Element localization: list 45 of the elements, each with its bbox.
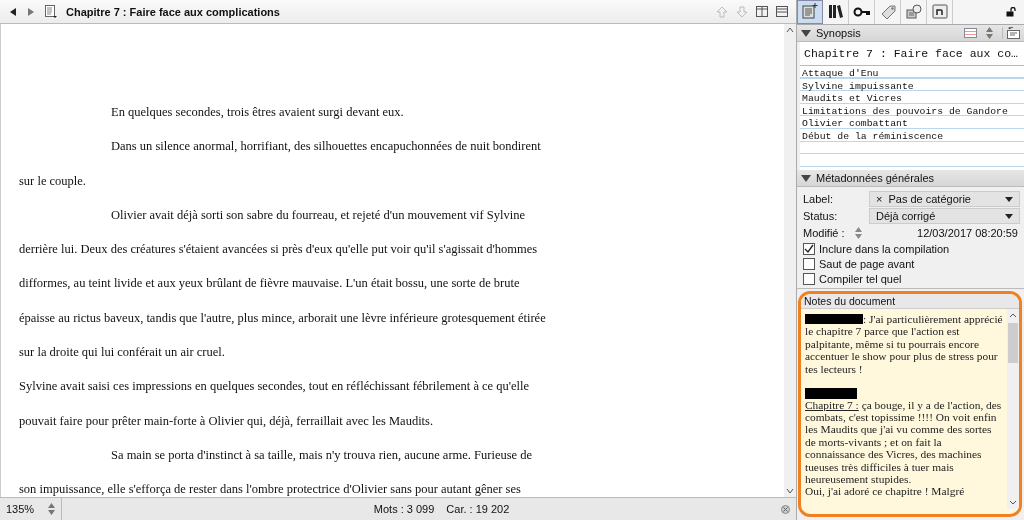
split-horizontal-icon[interactable] <box>776 6 788 17</box>
zoom-control[interactable]: 135% <box>0 498 63 520</box>
synopsis-text-field[interactable]: Attaque d'Enu Sylvine impuissante Maudits et Vicres Limitations des pouvoirs de Gandore Olivier combattant Début de la réminiscence <box>800 66 1024 170</box>
redaction-bar <box>805 387 857 399</box>
dropdown-caret-icon <box>1005 213 1013 219</box>
card-lines-icon[interactable] <box>964 28 977 38</box>
scrollbar[interactable] <box>1007 309 1019 509</box>
note-paragraph: Oui, j'ai adoré ce chapitre ! Malgré <box>805 485 966 498</box>
status-dropdown[interactable]: Déjà corrigé <box>869 208 1020 224</box>
notes-icon <box>800 2 820 22</box>
section-header[interactable]: Métadonnées générales <box>797 170 1024 187</box>
checkbox-option[interactable]: Saut de page avant <box>803 257 1020 271</box>
notes-header: Notes du document <box>801 294 1019 309</box>
field-label: Status: <box>803 210 839 222</box>
section-header[interactable]: Synopsis <box>797 25 1024 42</box>
back-arrow-icon[interactable] <box>8 6 18 17</box>
checkbox-option[interactable]: Compiler tel quel <box>803 272 1020 286</box>
paragraph: Sylvine avait saisi ces impressions en quelques secondes, tout en réfléchissant fébrilement à ce qu'elle pouvait faire pour prêter main-forte à Olivier qui, déjà, ferraillait avec les Maudits. <box>19 378 531 430</box>
paragraph: En quelques secondes, trois êtres avaient surgi devant eux. <box>110 104 405 121</box>
forward-arrow-icon[interactable] <box>26 6 36 17</box>
target-icon[interactable] <box>781 504 790 514</box>
collapse-triangle-icon[interactable] <box>801 174 811 182</box>
note-paragraph: Chapitre 7 : ça bouge, il y a de l'action, des combats, c'est topissime !!!! On voit enfin les Maudits que j'ai vu comme des sortes de morts-vivants ; et on fait la connaissance des Vicres, des machines tueuses très difficiles à tuer mais heureusement stupides. <box>805 398 1003 486</box>
field-label: Label: <box>803 193 834 205</box>
scrollbar[interactable] <box>784 24 796 497</box>
checkmark-icon <box>804 244 814 254</box>
lock-icon[interactable] <box>1006 7 1016 17</box>
modified-date: 12/03/2017 08:20:59 <box>917 227 1019 239</box>
spinner-icon <box>48 503 56 515</box>
dropdown-caret-icon <box>1005 196 1013 202</box>
paragraph: Sa main se porta d'instinct à sa taille, mais n'y trouva rien, aucune arme. Furieuse de son impuissance, elle s'efforça de rester dans l'ombre protectrice d'Olivier sans pour autant gêner ses <box>19 446 534 497</box>
spinner-icon[interactable] <box>986 27 993 39</box>
image-toggle-icon[interactable] <box>1002 27 1020 39</box>
label-dropdown[interactable]: × Pas de catégorie <box>869 191 1020 207</box>
checkbox-option[interactable]: Inclure dans la compilation <box>803 242 1020 256</box>
field-label: Modifié : <box>803 227 845 239</box>
spinner-icon[interactable] <box>854 227 862 239</box>
split-vertical-icon[interactable] <box>756 6 768 17</box>
paragraph: Olivier avait déjà sorti son sabre du fourreau, et rejeté d'un mouvement vif Sylvine derrière lui. Deux des créatures s'étaient avancées si près d'eux qu'elle put voir qu'il s'agissait d'hommes difformes, au teint livide et aux yeux brûlant de fièvre mauvaise. L'un était bossu, une sorte de brute épaisse au rictus baveux, tandis que l'autre, plus mince, arborait une lèvre inférieure grotesquement étirée sur la droite qui lui conférait un air cruel. <box>19 206 547 362</box>
paragraph: Dans un silence anormal, horrifiant, des silhouettes encapuchonnées de nuit bondirent sur le couple. <box>19 138 542 190</box>
word-count: Mots : 3 099 <box>373 503 435 515</box>
document-icon[interactable] <box>44 4 58 19</box>
document-title: Chapitre 7 : Faire face aux complications <box>66 5 280 18</box>
note-paragraph: : J'ai particulièrement apprécié le chapitre 7 parce que l'action est palpitante, même si tu pourrais encore accentuer le show pour plus de stress pour tes lecteurs ! <box>805 313 1003 376</box>
character-count: Car. : 19 202 <box>446 503 510 515</box>
